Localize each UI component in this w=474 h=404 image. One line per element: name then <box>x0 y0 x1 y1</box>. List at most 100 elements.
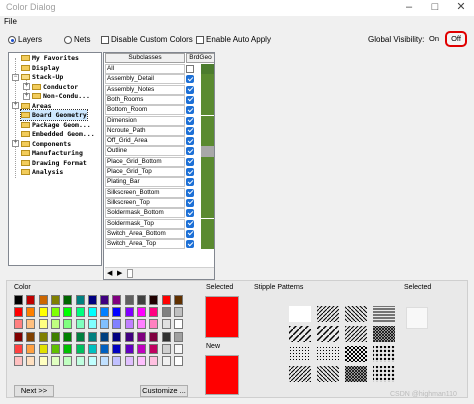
palette-color-cell[interactable] <box>137 331 146 342</box>
palette-color-cell[interactable] <box>100 319 110 330</box>
palette-color-cell[interactable] <box>87 307 97 318</box>
file-menu[interactable]: File <box>4 17 17 26</box>
palette-color-cell[interactable] <box>50 331 60 342</box>
palette-color-cell[interactable] <box>149 331 159 342</box>
palette-color-cell[interactable] <box>124 356 134 366</box>
visibility-checkbox[interactable] <box>186 95 194 104</box>
color-swatch[interactable] <box>201 218 214 229</box>
tree-item-board-geometry[interactable]: Board Geometry <box>20 109 88 121</box>
palette-color-cell[interactable] <box>137 307 146 318</box>
palette-color-cell[interactable] <box>100 295 110 305</box>
palette-color-cell[interactable] <box>14 356 23 366</box>
palette-color-cell[interactable] <box>75 331 85 342</box>
class-tree[interactable]: My Favorites Display − Stack-Up + Conduc… <box>8 52 102 266</box>
maximize-icon[interactable]: □ <box>424 0 446 16</box>
tree-item-package-geometry[interactable]: Package Geom... <box>21 120 91 130</box>
palette-color-cell[interactable] <box>137 295 146 305</box>
palette-color-cell[interactable] <box>173 319 183 330</box>
expand-icon[interactable]: + <box>12 102 19 109</box>
palette-color-cell[interactable] <box>173 295 183 305</box>
palette-color-cell[interactable] <box>137 356 146 366</box>
scroll-left-icon[interactable]: ◀ <box>107 269 112 277</box>
color-swatch[interactable] <box>201 228 214 240</box>
palette-color-cell[interactable] <box>100 343 110 354</box>
palette-color-cell[interactable] <box>112 331 122 342</box>
palette-color-cell[interactable] <box>161 356 171 366</box>
palette-color-cell[interactable] <box>14 295 23 305</box>
palette-color-cell[interactable] <box>75 307 85 318</box>
palette-color-cell[interactable] <box>38 343 48 354</box>
minimize-icon[interactable]: – <box>398 0 420 16</box>
palette-color-cell[interactable] <box>38 319 48 330</box>
palette-color-cell[interactable] <box>149 295 159 305</box>
tree-item-areas[interactable]: Areas <box>21 101 52 111</box>
color-swatch[interactable] <box>201 239 214 250</box>
palette-color-cell[interactable] <box>50 295 60 305</box>
visibility-checkbox[interactable] <box>186 137 194 146</box>
visibility-checkbox[interactable] <box>186 157 194 166</box>
color-swatch[interactable] <box>201 84 214 95</box>
palette-color-cell[interactable] <box>50 319 60 330</box>
visibility-checkbox[interactable] <box>186 85 194 94</box>
palette-color-cell[interactable] <box>75 319 85 330</box>
palette-color-cell[interactable] <box>161 331 171 342</box>
palette-color-cell[interactable] <box>173 331 183 342</box>
palette-color-cell[interactable] <box>161 343 171 354</box>
visibility-checkbox[interactable] <box>186 178 194 187</box>
palette-color-cell[interactable] <box>14 331 23 342</box>
palette-color-cell[interactable] <box>87 343 97 354</box>
color-swatch[interactable] <box>201 115 214 126</box>
palette-color-cell[interactable] <box>14 343 23 354</box>
palette-color-cell[interactable] <box>173 356 183 366</box>
palette-color-cell[interactable] <box>87 319 97 330</box>
collapse-icon[interactable]: − <box>12 74 19 81</box>
palette-color-cell[interactable] <box>124 343 134 354</box>
palette-color-cell[interactable] <box>137 343 146 354</box>
tree-item-drawing-format[interactable]: Drawing Format <box>21 158 87 168</box>
palette-color-cell[interactable] <box>124 307 134 318</box>
palette-color-cell[interactable] <box>112 343 122 354</box>
off-button[interactable]: Off <box>445 31 467 47</box>
visibility-checkbox[interactable] <box>186 168 194 176</box>
visibility-checkbox[interactable] <box>186 106 194 115</box>
color-swatch[interactable] <box>201 177 214 188</box>
palette-color-cell[interactable] <box>124 319 134 330</box>
palette-color-cell[interactable] <box>63 319 73 330</box>
palette-color-cell[interactable] <box>50 307 60 318</box>
palette-color-cell[interactable] <box>161 295 171 305</box>
palette-color-cell[interactable] <box>38 331 48 342</box>
palette-color-cell[interactable] <box>63 356 73 366</box>
palette-color-cell[interactable] <box>100 331 110 342</box>
palette-color-cell[interactable] <box>26 356 36 366</box>
disable-custom-colors-checkbox[interactable] <box>101 36 109 44</box>
palette-color-cell[interactable] <box>112 319 122 330</box>
palette-color-cell[interactable] <box>75 343 85 354</box>
visibility-checkbox[interactable] <box>186 219 194 228</box>
palette-color-cell[interactable] <box>87 331 97 342</box>
palette-color-cell[interactable] <box>124 295 134 305</box>
palette-color-cell[interactable] <box>161 319 171 330</box>
palette-color-cell[interactable] <box>161 307 171 318</box>
palette-color-cell[interactable] <box>124 331 134 342</box>
color-swatch[interactable] <box>201 74 214 85</box>
tree-item-embedded-geometry[interactable]: Embedded Geom... <box>21 129 95 139</box>
palette-color-cell[interactable] <box>63 295 73 305</box>
scroll-right-icon[interactable]: ▶ <box>117 269 122 277</box>
palette-color-cell[interactable] <box>38 356 48 366</box>
palette-color-cell[interactable] <box>137 319 146 330</box>
subclasses-header[interactable]: Subclasses <box>105 53 185 63</box>
visibility-checkbox[interactable] <box>186 240 194 249</box>
close-icon[interactable]: ✕ <box>450 0 472 16</box>
color-swatch[interactable] <box>201 64 214 75</box>
tree-item-components[interactable]: Components <box>21 139 71 149</box>
visibility-checkbox[interactable] <box>186 147 194 156</box>
palette-color-cell[interactable] <box>38 307 48 318</box>
palette-color-cell[interactable] <box>100 356 110 366</box>
tree-item-display[interactable]: Display <box>21 63 59 73</box>
color-swatch[interactable] <box>201 125 214 137</box>
palette-color-cell[interactable] <box>26 331 36 342</box>
palette-color-cell[interactable] <box>75 356 85 366</box>
brdgeo-header[interactable]: BrdGeo <box>186 53 214 63</box>
next-button[interactable]: Next >> <box>14 385 54 397</box>
palette-color-cell[interactable] <box>112 356 122 366</box>
